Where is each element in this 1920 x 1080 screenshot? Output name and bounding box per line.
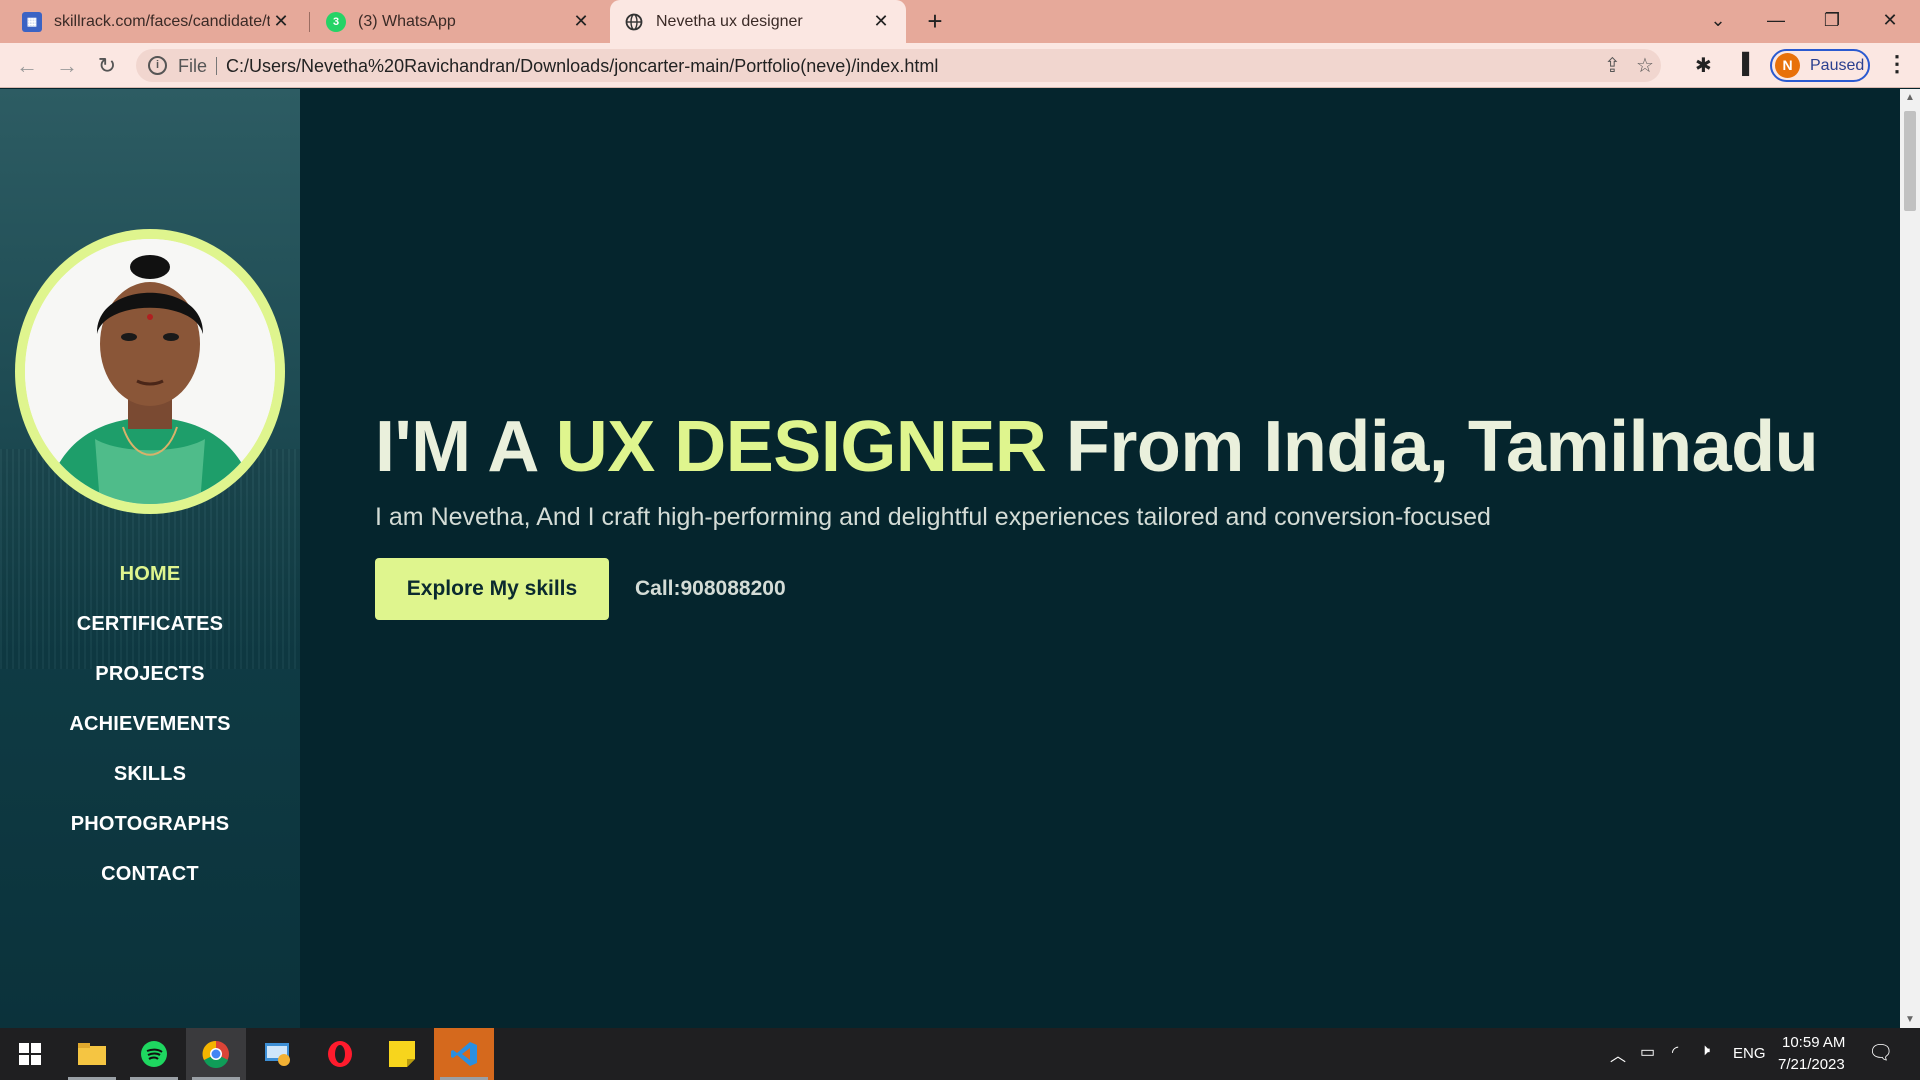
nav-photographs[interactable]: PHOTOGRAPHS — [0, 799, 300, 849]
nav-achievements[interactable]: ACHIEVEMENTS — [0, 699, 300, 749]
clock-date[interactable]: 7/21/2023 — [1778, 1056, 1845, 1073]
main-nav: HOME CERTIFICATES PROJECTS ACHIEVEMENTS … — [0, 549, 300, 899]
hero-subtitle: I am Nevetha, And I craft high-performin… — [375, 503, 1491, 531]
page-scrollbar[interactable]: ▲ ▼ — [1900, 89, 1920, 1028]
chrome-icon[interactable] — [186, 1028, 246, 1080]
close-icon[interactable]: ✕ — [270, 11, 292, 32]
nav-certificates[interactable]: CERTIFICATES — [0, 599, 300, 649]
menu-icon[interactable]: ⋮ — [1886, 51, 1908, 77]
call-number[interactable]: Call:908088200 — [635, 577, 786, 601]
side-panel-icon[interactable]: ▐ — [1735, 53, 1749, 76]
tab-divider — [309, 12, 310, 32]
opera-icon[interactable] — [310, 1028, 370, 1080]
profile-button[interactable]: N Paused — [1770, 49, 1870, 82]
tab-skillrack[interactable]: ▦ skillrack.com/faces/candidate/tra ✕ — [8, 0, 306, 43]
close-icon[interactable]: ✕ — [870, 11, 892, 32]
globe-icon — [624, 12, 644, 32]
tab-nevetha-ux-designer[interactable]: Nevetha ux designer ✕ — [610, 0, 906, 43]
clock-time[interactable]: 10:59 AM — [1782, 1034, 1845, 1051]
title-prefix: I'M A — [375, 407, 556, 487]
sidebar: HOME CERTIFICATES PROJECTS ACHIEVEMENTS … — [0, 89, 300, 1028]
tab-whatsapp[interactable]: 3 (3) WhatsApp ✕ — [312, 0, 606, 43]
forward-button[interactable]: → — [52, 51, 82, 81]
minimize-button[interactable]: — — [1748, 0, 1804, 43]
windows-start-icon[interactable] — [0, 1028, 60, 1080]
star-icon[interactable]: ☆ — [1636, 53, 1654, 78]
title-highlight: UX DESIGNER — [555, 407, 1047, 487]
nav-projects[interactable]: PROJECTS — [0, 649, 300, 699]
divider — [216, 57, 217, 75]
speaker-muted-icon[interactable]: 🕨 — [1700, 1042, 1710, 1060]
share-icon[interactable]: ⇪ — [1604, 53, 1621, 78]
hero-section: I'M A UX DESIGNER From India, Tamilnadu … — [375, 405, 1875, 620]
file-explorer-icon[interactable] — [62, 1028, 122, 1080]
hero-title: I'M A UX DESIGNER From India, Tamilnadu — [375, 405, 1875, 489]
browser-tab-strip: ▦ skillrack.com/faces/candidate/tra ✕ 3 … — [0, 0, 1920, 43]
hero-actions: Explore My skills Call:908088200 — [375, 558, 1875, 620]
chevron-up-icon[interactable]: ︿ — [1610, 1042, 1626, 1066]
scheme-label: File — [178, 56, 208, 76]
back-button[interactable]: ← — [12, 51, 42, 81]
spotify-icon[interactable] — [124, 1028, 184, 1080]
sticky-notes-icon[interactable] — [372, 1028, 432, 1080]
tab-title: skillrack.com/faces/candidate/tra — [54, 12, 270, 30]
title-suffix: From India, Tamilnadu — [1046, 407, 1819, 487]
tab-search-chevron-icon[interactable]: ⌄ — [1690, 0, 1746, 43]
page-viewport: HOME CERTIFICATES PROJECTS ACHIEVEMENTS … — [0, 89, 1900, 1028]
battery-icon[interactable]: ▭ — [1640, 1042, 1655, 1062]
windows-taskbar: ︿ ▭ ◜ 🕨 ENG 10:59 AM 7/21/2023 🗨 — [0, 1028, 1920, 1080]
nav-skills[interactable]: SKILLS — [0, 749, 300, 799]
input-language[interactable]: ENG — [1733, 1045, 1766, 1062]
whatsapp-icon: 3 — [326, 11, 346, 32]
tab-title: Nevetha ux designer — [656, 12, 803, 30]
scroll-up-icon[interactable]: ▲ — [1904, 92, 1916, 103]
browser-toolbar: ← → ↻ i File C:/Users/Nevetha%20Ravichan… — [0, 43, 1920, 88]
scroll-down-icon[interactable]: ▼ — [1904, 1014, 1916, 1025]
wifi-icon[interactable]: ◜ — [1672, 1042, 1678, 1062]
explore-skills-button[interactable]: Explore My skills — [375, 558, 609, 620]
scroll-thumb[interactable] — [1904, 111, 1916, 211]
profile-status: Paused — [1810, 56, 1865, 74]
url-text[interactable]: C:/Users/Nevetha%20Ravichandran/Download… — [226, 56, 938, 77]
profile-photo — [25, 239, 275, 504]
restore-button[interactable]: ❐ — [1804, 0, 1860, 43]
vs-code-icon[interactable] — [434, 1028, 494, 1080]
address-bar[interactable]: i File C:/Users/Nevetha%20Ravichandran/D… — [136, 49, 1661, 82]
info-icon[interactable]: i — [148, 56, 167, 75]
window-close-button[interactable]: ✕ — [1862, 0, 1918, 43]
tab-title: (3) WhatsApp — [358, 12, 456, 30]
close-icon[interactable]: ✕ — [570, 11, 592, 32]
profile-photo-frame — [15, 229, 285, 514]
avatar: N — [1775, 53, 1800, 78]
nav-home[interactable]: HOME — [0, 549, 300, 599]
extensions-icon[interactable]: ✱ — [1695, 53, 1712, 78]
nav-contact[interactable]: CONTACT — [0, 849, 300, 899]
reload-button[interactable]: ↻ — [92, 51, 122, 81]
new-tab-button[interactable]: + — [920, 6, 950, 36]
control-panel-icon[interactable] — [248, 1028, 308, 1080]
notifications-icon[interactable]: 🗨 — [1868, 1040, 1893, 1065]
skillrack-favicon-icon: ▦ — [22, 11, 42, 32]
